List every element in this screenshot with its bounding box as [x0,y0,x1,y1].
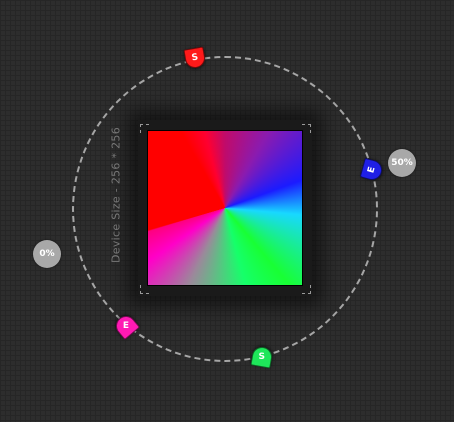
crop-corner-top-right [302,124,311,133]
gradient-editor-stage: Device Size - 256 * 256 0% 50% S E S E [0,0,454,422]
crop-corner-bottom-right [302,285,311,294]
percent-badge-right: 50% [388,149,416,177]
crop-corner-top-left [140,124,149,133]
percent-badge-left: 0% [33,240,61,268]
handle-label: S [190,52,200,64]
handle-label: E [122,321,130,331]
gradient-preview-canvas [147,130,303,286]
crop-corner-bottom-left [140,285,149,294]
handle-label: E [366,165,378,175]
handle-label: S [258,352,266,363]
device-size-label: Device Size - 256 * 256 [109,126,123,264]
